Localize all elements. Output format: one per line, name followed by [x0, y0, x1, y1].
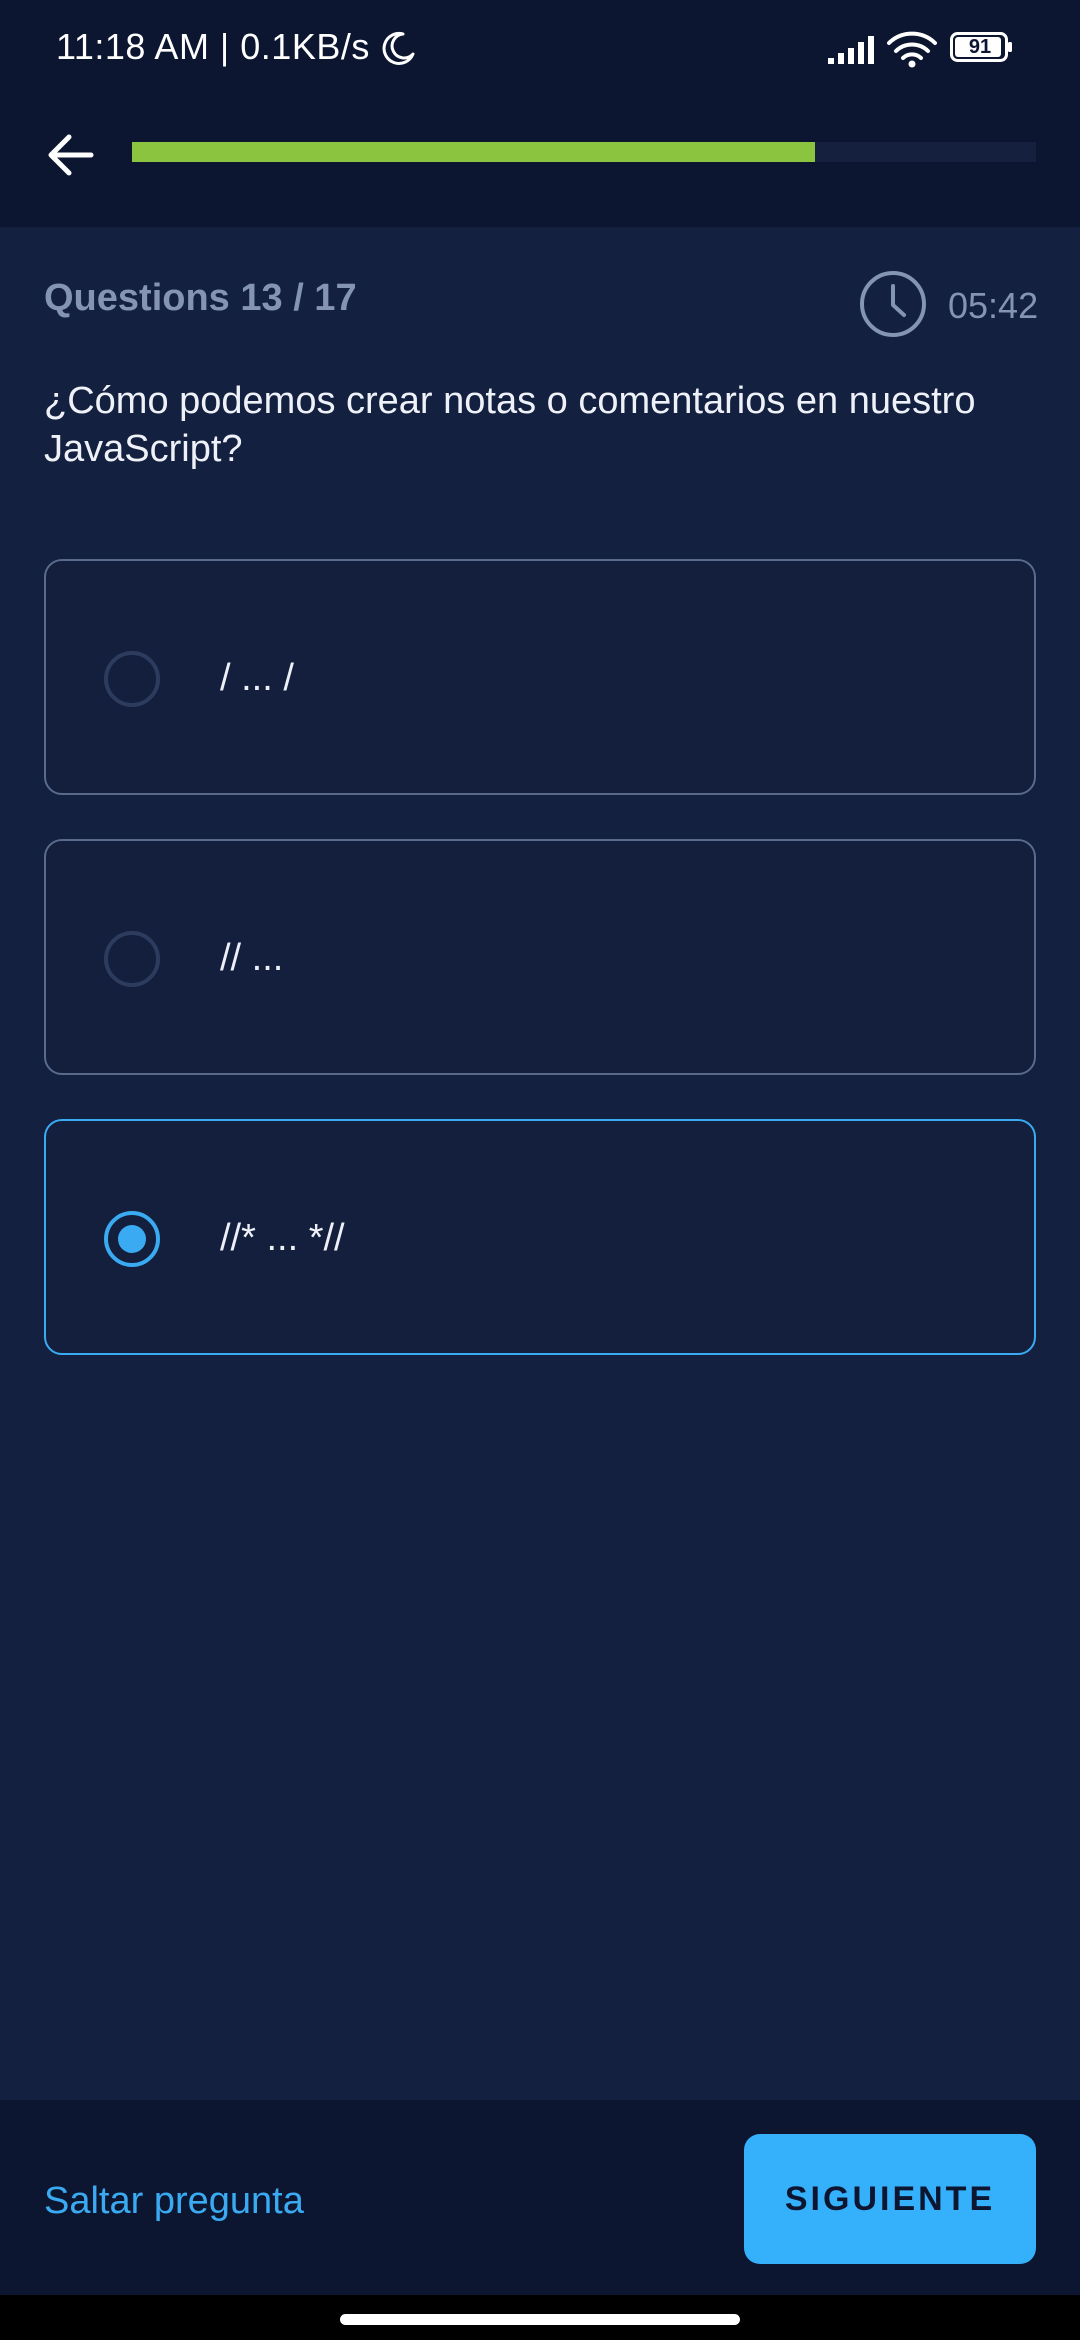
system-nav-area — [0, 2295, 1080, 2340]
battery-level: 91 — [968, 36, 992, 58]
arrow-left-icon — [48, 134, 94, 176]
option-label: //* ... *// — [220, 1217, 345, 1259]
skip-question-link[interactable]: Saltar pregunta — [44, 2180, 304, 2223]
radio-button[interactable] — [104, 931, 160, 987]
timer: 05:42 — [948, 285, 1039, 326]
option-label: // ... — [220, 937, 284, 979]
wifi-icon — [887, 31, 937, 68]
option-label: / ... / — [220, 657, 294, 699]
progress-bar — [132, 142, 1036, 162]
clock-icon — [860, 271, 926, 337]
moon-icon — [382, 31, 415, 65]
radio-button[interactable] — [104, 651, 160, 707]
status-time: 11:18 AM | 0.1KB/s — [56, 26, 370, 67]
bottom-bar: Saltar pregunta SIGUIENTE — [0, 2100, 1080, 2295]
answer-option-2[interactable]: // ... — [44, 839, 1036, 1075]
radio-button[interactable] — [104, 1211, 160, 1267]
question-counter: Questions 13 / 17 — [44, 277, 357, 319]
top-bar — [0, 100, 1080, 227]
home-indicator[interactable] — [340, 2314, 740, 2325]
back-button[interactable] — [30, 120, 110, 190]
question-text: ¿Cómo podemos crear notas o comentarios … — [44, 380, 976, 470]
quiz-content: Questions 13 / 17 05:42 ¿Cómo podemos cr… — [0, 227, 1080, 2100]
signal-icon — [828, 36, 874, 64]
radio-dot — [118, 1225, 146, 1253]
status-bar: 11:18 AM | 0.1KB/s 91 — [0, 0, 1080, 100]
answer-option-3[interactable]: //* ... *// — [44, 1119, 1036, 1355]
progress-fill — [132, 142, 815, 162]
next-button[interactable]: SIGUIENTE — [744, 2134, 1036, 2264]
answer-option-1[interactable]: / ... / — [44, 559, 1036, 795]
